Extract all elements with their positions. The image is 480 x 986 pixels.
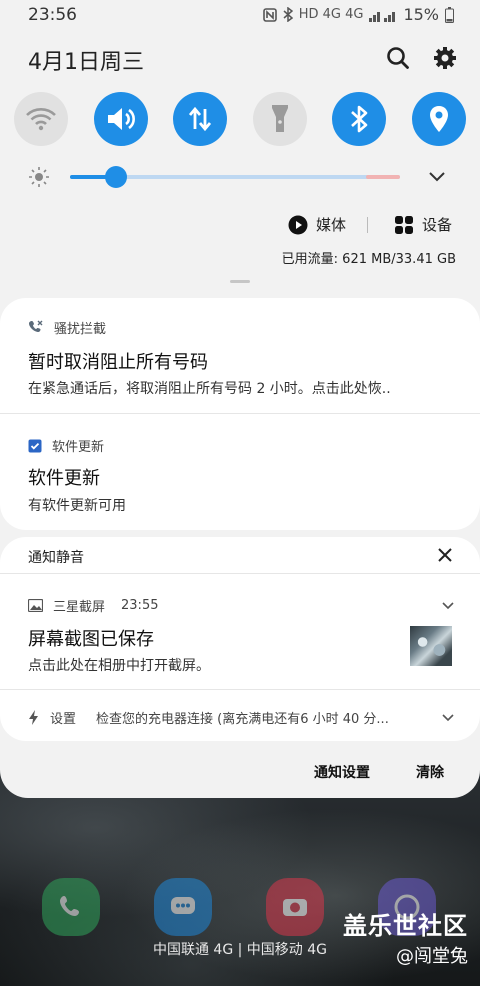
call-block-app-name: 骚扰拦截 — [54, 322, 107, 337]
messages-app-icon[interactable] — [154, 878, 212, 936]
flashlight-toggle[interactable] — [252, 92, 307, 146]
media-divider — [367, 217, 368, 233]
notification-group: 骚扰拦截 暂时取消阻止所有号码 在紧急通话后，将取消阻止所有号码 2 小时。点击… — [0, 298, 480, 530]
battery-icon — [445, 6, 454, 23]
software-update-body[interactable]: 有软件更新可用 — [28, 495, 126, 515]
screenshot-app-row: 三星截屏 23:55 — [28, 596, 158, 615]
wifi-toggle[interactable] — [14, 92, 68, 146]
software-update-title[interactable]: 软件更新 — [28, 464, 100, 490]
chevron-down-icon[interactable] — [440, 598, 456, 614]
mobile-data-toggle[interactable] — [173, 92, 228, 146]
watermark-author: @闯堂兔 — [396, 946, 468, 967]
devices-button[interactable]: 设备 — [394, 214, 452, 235]
software-update-app-name: 软件更新 — [52, 440, 105, 455]
screenshot-body[interactable]: 点击此处在相册中打开截屏。 — [28, 655, 210, 675]
card-divider — [0, 689, 480, 690]
phone-app-icon[interactable] — [42, 878, 100, 936]
clear-button[interactable]: 清除 — [416, 762, 444, 782]
software-update-app-row: 软件更新 — [28, 436, 104, 455]
screenshot-title[interactable]: 屏幕截图已保存 — [28, 625, 154, 651]
screenshot-app-name: 三星截屏 — [53, 600, 106, 615]
brightness-icon — [29, 167, 49, 187]
location-toggle[interactable] — [411, 92, 466, 146]
image-icon — [28, 599, 43, 612]
devices-grid-icon — [395, 215, 413, 234]
play-icon — [288, 215, 308, 234]
software-update-icon — [28, 439, 42, 452]
charging-app-name: 设置 — [50, 712, 77, 727]
notification-settings-button[interactable]: 通知设置 — [314, 762, 370, 782]
sound-toggle[interactable] — [93, 92, 148, 146]
settings-gear-icon[interactable] — [431, 44, 459, 72]
bluetooth-toggle[interactable] — [332, 92, 387, 146]
bluetooth-status-icon — [283, 7, 293, 22]
wifi-icon — [26, 108, 56, 131]
location-icon — [429, 106, 448, 132]
screenshot-thumbnail[interactable] — [410, 626, 452, 666]
charging-body[interactable]: 检查您的充电器连接 (离充满电还有6 小时 40 分... — [96, 708, 389, 727]
flashlight-icon — [271, 105, 288, 132]
silent-header: 通知静音 — [28, 550, 84, 566]
expand-chevron-icon[interactable] — [428, 170, 446, 184]
sound-icon — [107, 108, 135, 130]
search-icon[interactable] — [384, 44, 412, 72]
call-block-title[interactable]: 暂时取消阻止所有号码 — [28, 348, 208, 374]
panel-drag-handle[interactable] — [230, 280, 250, 283]
mobile-data-icon — [189, 106, 212, 132]
network-status-text: HD 4G 4G — [298, 7, 364, 22]
data-usage-text: 已用流量: 621 MB/33.41 GB — [281, 252, 456, 267]
chevron-down-icon[interactable] — [440, 710, 456, 726]
media-label: 媒体 — [316, 216, 347, 234]
bluetooth-icon — [351, 105, 368, 133]
battery-percent: 15% — [403, 5, 439, 24]
date-label: 4月1日周三 — [28, 50, 144, 75]
devices-label: 设备 — [422, 216, 453, 234]
quick-settings-row — [14, 92, 466, 146]
notification-panel: 23:56 HD 4G 4G 15% 4月1日周三 媒体 设备 已用流量: 62… — [0, 0, 480, 798]
screenshot-time: 23:55 — [121, 598, 159, 613]
lightning-icon — [29, 710, 38, 725]
silent-header-divider — [0, 573, 480, 574]
call-block-app-row: 骚扰拦截 — [28, 318, 106, 337]
camera-app-icon[interactable] — [266, 878, 324, 936]
close-icon[interactable] — [434, 544, 456, 566]
status-time: 23:56 — [28, 5, 77, 25]
brightness-high-zone — [366, 175, 400, 179]
signal-icon — [369, 11, 396, 22]
card-divider — [0, 413, 480, 414]
call-block-body[interactable]: 在紧急通话后，将取消阻止所有号码 2 小时。点击此处恢.. — [28, 378, 391, 398]
status-bar: 23:56 HD 4G 4G 15% — [0, 0, 480, 30]
watermark-title: 盖乐世社区 — [343, 912, 468, 940]
nfc-icon — [262, 7, 277, 22]
call-block-icon — [29, 320, 43, 332]
media-button[interactable]: 媒体 — [288, 214, 346, 235]
brightness-slider-thumb[interactable] — [105, 166, 128, 188]
charging-app-row: 设置 检查您的充电器连接 (离充满电还有6 小时 40 分... — [28, 708, 389, 727]
